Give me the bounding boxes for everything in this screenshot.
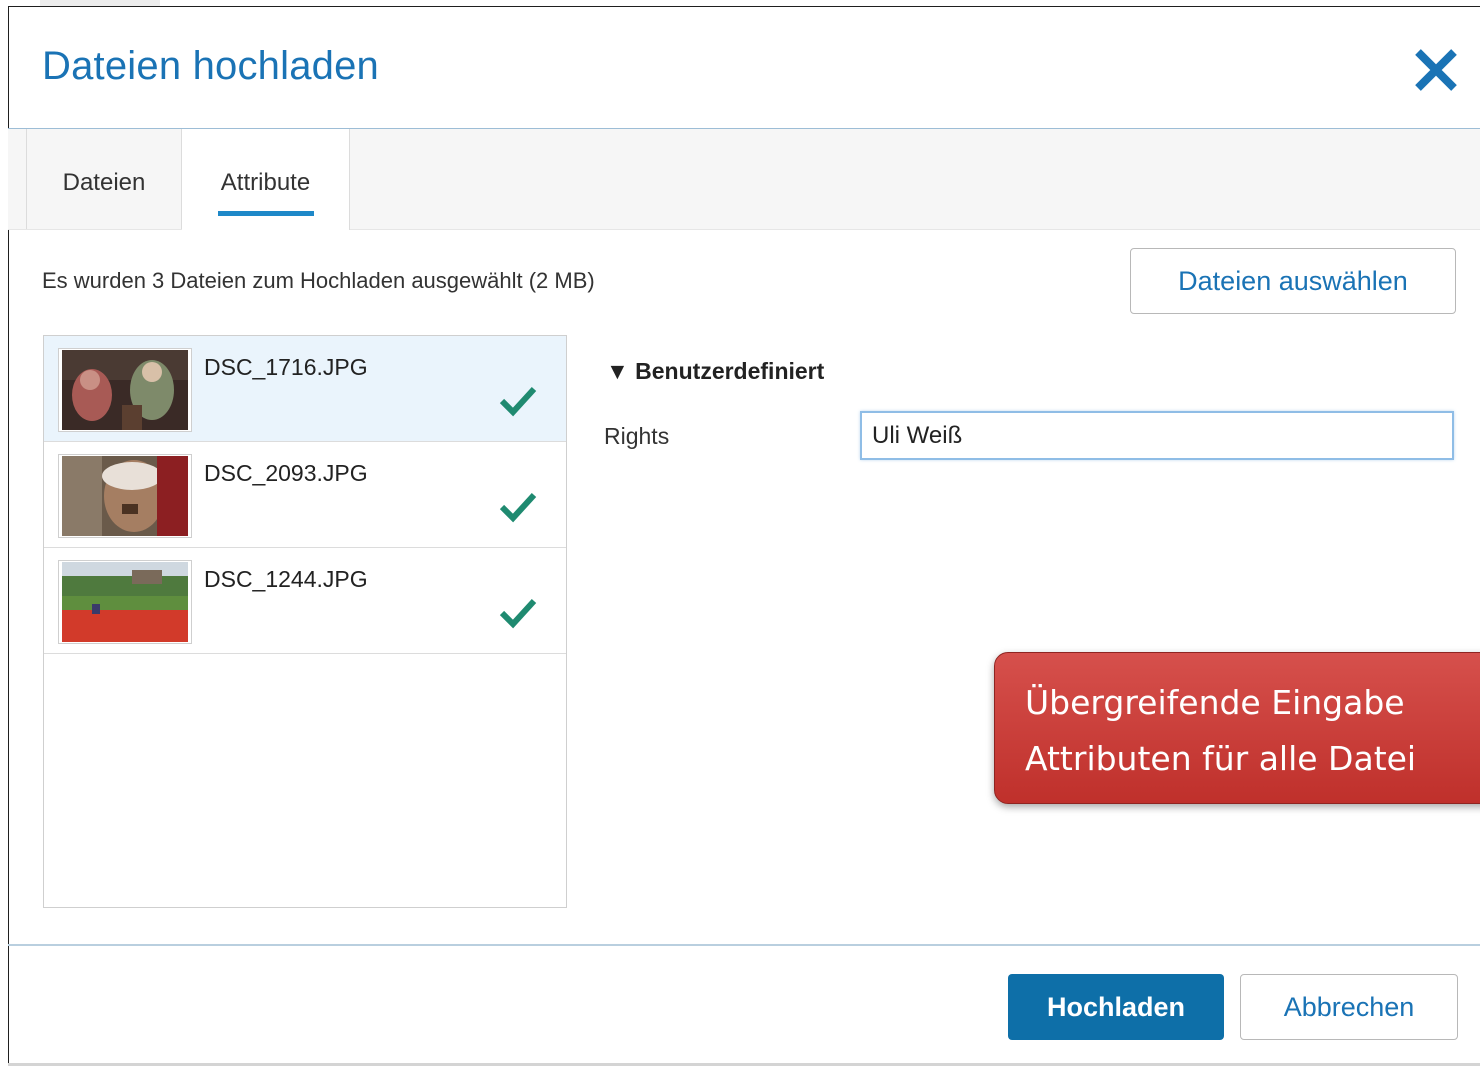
close-icon[interactable] <box>1408 42 1464 98</box>
check-icon <box>499 598 537 629</box>
file-thumbnail <box>58 560 192 644</box>
annotation-callout: Übergreifende Eingabe Attributen für all… <box>994 652 1480 804</box>
check-icon <box>499 386 537 417</box>
file-name: DSC_2093.JPG <box>204 460 368 486</box>
upload-button[interactable]: Hochladen <box>1008 974 1224 1040</box>
tab-label: Attribute <box>220 169 311 196</box>
tab-label: Dateien <box>62 169 146 196</box>
selection-summary: Es wurden 3 Dateien zum Hochladen ausgew… <box>42 268 595 293</box>
tab-bar: Dateien Attribute <box>8 129 1480 230</box>
rights-label: Rights <box>604 423 670 449</box>
file-name: DSC_1716.JPG <box>204 354 368 380</box>
section-toggle-benutzerdefiniert[interactable]: ▼ Benutzerdefiniert <box>606 358 824 385</box>
tab-attribute[interactable]: Attribute <box>182 129 350 230</box>
file-thumbnail <box>58 454 192 538</box>
footer-divider <box>8 944 1480 946</box>
select-files-button[interactable]: Dateien auswählen <box>1130 248 1456 314</box>
file-thumbnail <box>58 348 192 432</box>
file-item[interactable]: DSC_2093.JPG <box>44 442 566 548</box>
file-name: DSC_1244.JPG <box>204 566 368 592</box>
cancel-button[interactable]: Abbrechen <box>1240 974 1458 1040</box>
check-icon <box>499 492 537 523</box>
file-item[interactable]: DSC_1716.JPG <box>44 336 566 442</box>
file-list: DSC_1716.JPG DSC_2093.JPG DSC_1244.JPG <box>43 335 567 908</box>
rights-input[interactable] <box>860 411 1454 460</box>
tab-dateien[interactable]: Dateien <box>26 129 182 229</box>
active-tab-indicator <box>218 211 314 216</box>
dialog-title: Dateien hochladen <box>42 44 379 88</box>
file-item[interactable]: DSC_1244.JPG <box>44 548 566 654</box>
